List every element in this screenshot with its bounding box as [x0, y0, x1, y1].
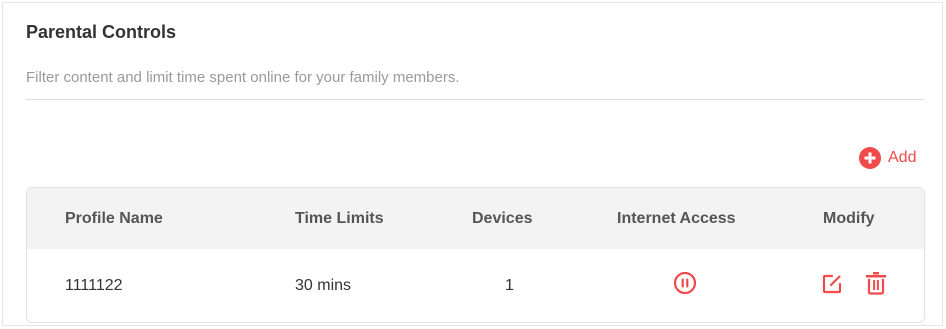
- profile-name-cell: 1111122: [65, 277, 123, 294]
- divider: [26, 99, 925, 100]
- time-limits-cell: 30 mins: [295, 277, 352, 294]
- column-profile-name: Profile Name: [65, 210, 163, 227]
- column-modify: Modify: [823, 210, 875, 227]
- column-time-limits: Time Limits: [295, 210, 384, 227]
- plus-circle-icon: [859, 147, 881, 169]
- devices-cell: 1: [505, 277, 514, 294]
- page-title: Parental Controls: [26, 22, 177, 42]
- parental-controls-panel: Parental Controls Filter content and lim…: [2, 2, 943, 326]
- table-row: 1111122 30 mins 1: [27, 249, 924, 322]
- edit-icon[interactable]: [821, 273, 843, 295]
- page-description: Filter content and limit time spent onli…: [26, 69, 460, 86]
- add-label: Add: [888, 149, 917, 166]
- column-internet-access: Internet Access: [617, 210, 736, 227]
- profiles-table: Profile Name Time Limits Devices Interne…: [26, 187, 925, 323]
- delete-icon[interactable]: [865, 271, 887, 295]
- table-header: Profile Name Time Limits Devices Interne…: [27, 188, 924, 249]
- column-devices: Devices: [472, 210, 533, 227]
- pause-circle-icon[interactable]: [673, 271, 697, 295]
- add-profile-button[interactable]: Add: [859, 147, 916, 169]
